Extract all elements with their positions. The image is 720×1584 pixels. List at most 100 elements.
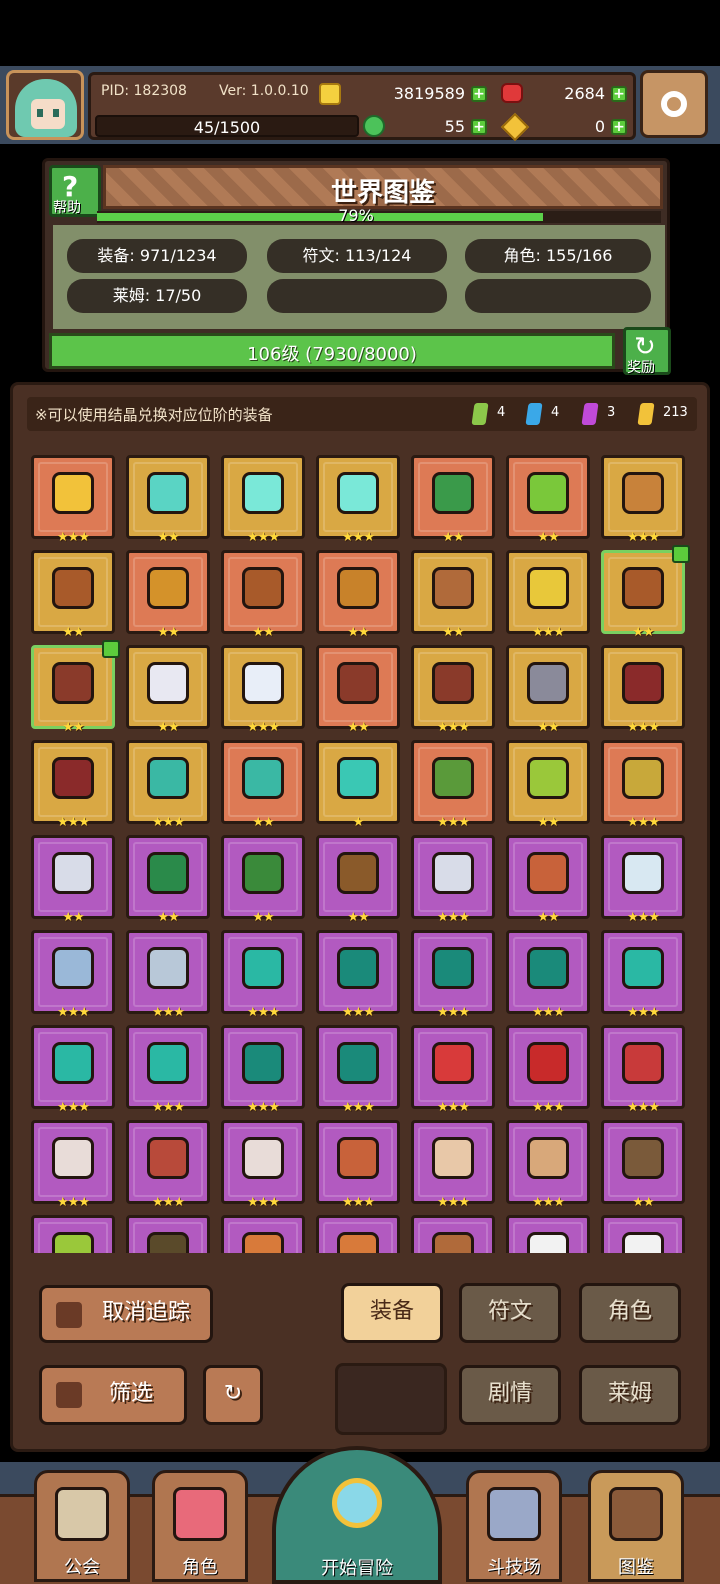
bronze-ring-icon bbox=[432, 567, 474, 609]
equipment-item[interactable]: ★★ bbox=[316, 645, 400, 735]
crossbow-icon bbox=[52, 567, 94, 609]
tab-role[interactable]: 角色 bbox=[579, 1283, 681, 1343]
equipment-item[interactable]: ★★★ bbox=[601, 1025, 685, 1115]
equipment-item[interactable] bbox=[31, 1215, 115, 1253]
equipment-item[interactable]: ★★★ bbox=[126, 1120, 210, 1210]
equipment-item[interactable]: ★★ bbox=[126, 835, 210, 925]
equipment-item[interactable]: ★★★ bbox=[411, 1120, 495, 1210]
fire-staff-icon bbox=[337, 1137, 379, 1179]
equipment-item[interactable]: ★★ bbox=[601, 545, 690, 640]
equipment-item[interactable]: ★★ bbox=[31, 835, 115, 925]
equipment-item[interactable]: ★★ bbox=[316, 550, 400, 640]
equipment-item[interactable]: ★★ bbox=[31, 550, 115, 640]
equipment-item[interactable]: ★★★ bbox=[601, 835, 685, 925]
character-icon bbox=[173, 1487, 227, 1541]
equipment-item[interactable] bbox=[316, 1215, 400, 1253]
equipment-item[interactable]: ★★★ bbox=[31, 930, 115, 1020]
equipment-item[interactable]: ★★★ bbox=[221, 1025, 305, 1115]
equipment-item[interactable]: ★★ bbox=[31, 640, 120, 735]
equipment-item[interactable]: ★★★ bbox=[411, 645, 495, 735]
equipment-item[interactable]: ★★★ bbox=[31, 1120, 115, 1210]
equipment-item[interactable]: ★★★ bbox=[411, 930, 495, 1020]
equipment-item[interactable]: ★★ bbox=[221, 835, 305, 925]
equipment-item[interactable]: ★★★ bbox=[221, 645, 305, 735]
item-stars: ★★ bbox=[62, 910, 84, 925]
equipment-item[interactable]: ★★★ bbox=[221, 930, 305, 1020]
equipment-item[interactable]: ★★ bbox=[411, 550, 495, 640]
equipment-item[interactable]: ★★ bbox=[126, 645, 210, 735]
equipment-item[interactable]: ★★ bbox=[601, 1120, 685, 1210]
equipment-item[interactable]: ★★★ bbox=[506, 1120, 590, 1210]
equipment-item[interactable]: ★★ bbox=[506, 455, 590, 545]
equipment-item[interactable]: ★★ bbox=[221, 740, 305, 830]
tab-story[interactable]: 剧情 bbox=[459, 1365, 561, 1425]
cat-hat-icon bbox=[242, 1232, 284, 1253]
equipment-item[interactable]: ★★★ bbox=[601, 930, 685, 1020]
equipment-item[interactable] bbox=[601, 1215, 685, 1253]
item-stars: ★★★ bbox=[627, 1005, 660, 1020]
add-clover-button[interactable]: + bbox=[471, 119, 487, 135]
player-avatar[interactable] bbox=[6, 70, 84, 140]
equipment-item[interactable]: ★★★ bbox=[506, 930, 590, 1020]
equipment-item[interactable] bbox=[221, 1215, 305, 1253]
nav-codex[interactable]: 图鉴 bbox=[588, 1470, 684, 1582]
equipment-item[interactable]: ★★★ bbox=[601, 645, 685, 735]
equipment-item[interactable]: ★★★ bbox=[221, 1120, 305, 1210]
tab-equipment[interactable]: 装备 bbox=[341, 1283, 443, 1343]
equipment-item[interactable]: ★★★ bbox=[316, 455, 400, 545]
guild-house-icon bbox=[55, 1487, 109, 1541]
equipment-item[interactable]: ★★★ bbox=[506, 1025, 590, 1115]
equipment-item[interactable]: ★★★ bbox=[31, 1025, 115, 1115]
equipment-item[interactable]: ★★★ bbox=[411, 740, 495, 830]
item-stars: ★★★ bbox=[247, 720, 280, 735]
equipment-item[interactable]: ★★★ bbox=[601, 740, 685, 830]
equipment-item[interactable]: ★★★ bbox=[316, 1120, 400, 1210]
equipment-item[interactable] bbox=[411, 1215, 495, 1253]
equipment-item[interactable]: ★★★ bbox=[221, 455, 305, 545]
equipment-item[interactable]: ★★ bbox=[411, 455, 495, 545]
equipment-grid[interactable]: ★★★ ★★ ★★★ ★★★ ★★ ★★ ★★★ ★★ ★★ ★★ ★★ ★★ ★★★ ★★ ★★ ★★ ★★★… bbox=[25, 445, 701, 1253]
equipment-item[interactable]: ★★★ bbox=[316, 930, 400, 1020]
equipment-item[interactable] bbox=[506, 1215, 590, 1253]
item-stars: ★★★ bbox=[342, 1100, 375, 1115]
nav-role[interactable]: 角色 bbox=[152, 1470, 248, 1582]
tab-rune[interactable]: 符文 bbox=[459, 1283, 561, 1343]
equipment-item[interactable]: ★★★ bbox=[411, 835, 495, 925]
reset-button[interactable]: ↻ bbox=[203, 1365, 263, 1425]
add-gold-button[interactable]: + bbox=[471, 86, 487, 102]
equipment-item[interactable]: ★★ bbox=[506, 740, 590, 830]
equipment-item[interactable] bbox=[126, 1215, 210, 1253]
untrack-button[interactable]: 取消追踪 bbox=[39, 1285, 213, 1343]
equipment-item[interactable]: ★ bbox=[316, 740, 400, 830]
nav-guild[interactable]: 公会 bbox=[34, 1470, 130, 1582]
jade-armor-icon bbox=[432, 947, 474, 989]
equipment-item[interactable]: ★★★ bbox=[126, 740, 210, 830]
equipment-item[interactable]: ★★ bbox=[221, 550, 305, 640]
equipment-item[interactable]: ★★★ bbox=[31, 455, 115, 545]
silver-boots-icon bbox=[147, 947, 189, 989]
equipment-item[interactable]: ★★★ bbox=[316, 1025, 400, 1115]
codex-level-text: 106级 (7930/8000) bbox=[247, 344, 417, 365]
equipment-item[interactable]: ★★★ bbox=[126, 1025, 210, 1115]
equipment-item[interactable]: ★★ bbox=[126, 550, 210, 640]
equipment-item[interactable]: ★★★ bbox=[31, 740, 115, 830]
settings-button[interactable] bbox=[640, 70, 708, 138]
filter-button[interactable]: 筛选 bbox=[39, 1365, 187, 1425]
tab-slime[interactable]: 莱姆 bbox=[579, 1365, 681, 1425]
empty-stat-slot bbox=[465, 279, 651, 313]
equipment-item[interactable]: ★★ bbox=[316, 835, 400, 925]
add-keys-button[interactable]: + bbox=[611, 119, 627, 135]
equipment-item[interactable]: ★★★ bbox=[506, 550, 590, 640]
equipment-item[interactable]: ★★★ bbox=[411, 1025, 495, 1115]
equipment-item[interactable]: ★★ bbox=[506, 835, 590, 925]
purple-crystal-count: 3 bbox=[607, 405, 616, 420]
equipment-item[interactable]: ★★ bbox=[506, 645, 590, 735]
nav-arena[interactable]: 斗技场 bbox=[466, 1470, 562, 1582]
gloves-icon bbox=[527, 852, 569, 894]
equipment-item[interactable]: ★★★ bbox=[601, 455, 685, 545]
equipment-item[interactable]: ★★ bbox=[126, 455, 210, 545]
equipment-item[interactable]: ★★★ bbox=[126, 930, 210, 1020]
add-gems-button[interactable]: + bbox=[611, 86, 627, 102]
item-stars: ★★★ bbox=[57, 1195, 90, 1210]
gold-crystal-icon bbox=[637, 403, 655, 425]
